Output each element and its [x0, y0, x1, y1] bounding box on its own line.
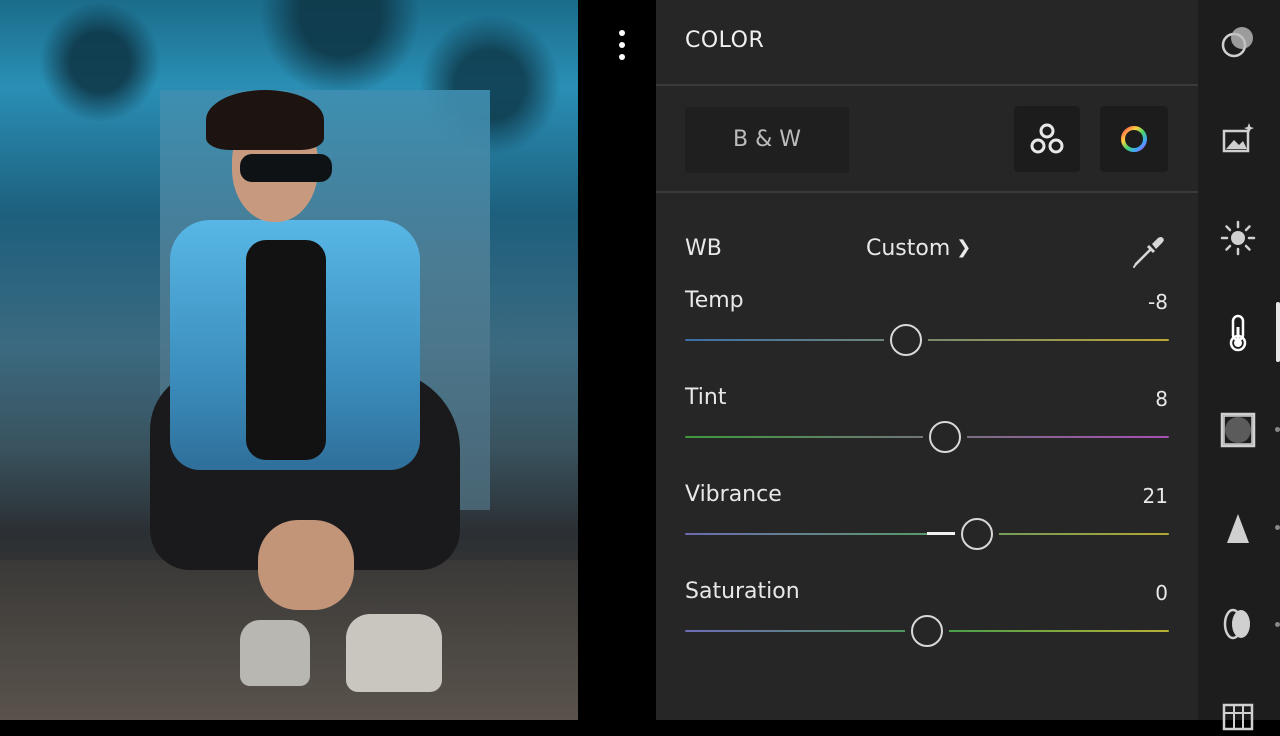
- saturation-value: 0: [1155, 581, 1168, 605]
- temp-label: Temp: [685, 288, 744, 313]
- color-wheel-icon: [1121, 126, 1147, 152]
- effects-icon[interactable]: [1218, 410, 1258, 450]
- subject-hands: [258, 520, 354, 610]
- subject-hair: [206, 90, 324, 150]
- vibrance-slider-handle[interactable]: [960, 518, 993, 550]
- wb-label: WB: [685, 236, 722, 261]
- optics-icon[interactable]: [1218, 604, 1258, 644]
- divider: [656, 191, 1198, 193]
- edit-toolbar: [1198, 0, 1280, 731]
- subject-shirt: [246, 240, 326, 460]
- wb-dropdown[interactable]: Custom ❯: [866, 236, 971, 261]
- presets-icon[interactable]: [1218, 118, 1258, 158]
- light-icon[interactable]: [1218, 218, 1258, 258]
- color-mix-icon: [1030, 123, 1064, 154]
- saturation-label: Saturation: [685, 579, 800, 604]
- vibrance-slider[interactable]: [685, 514, 1169, 554]
- divider-strip: [578, 0, 656, 720]
- temp-slider[interactable]: [685, 320, 1169, 360]
- color-icon[interactable]: [1218, 313, 1258, 353]
- chevron-down-icon: ❯: [956, 237, 972, 258]
- vibrance-value: 21: [1142, 484, 1168, 508]
- profile-icon[interactable]: [1218, 22, 1258, 62]
- subject-shoe-left: [240, 620, 310, 686]
- scroll-dot: [1275, 525, 1280, 530]
- photo-canvas[interactable]: [0, 0, 578, 720]
- wb-value: Custom: [866, 236, 951, 261]
- tint-label: Tint: [685, 385, 727, 410]
- eyedropper-icon[interactable]: [1130, 232, 1168, 270]
- scroll-dot: [1275, 622, 1280, 627]
- more-options-icon[interactable]: [612, 30, 632, 64]
- vibrance-label: Vibrance: [685, 482, 782, 507]
- geometry-icon[interactable]: [1218, 696, 1258, 736]
- active-tool-indicator: [1276, 302, 1280, 362]
- subject-sunglasses: [240, 154, 332, 182]
- color-mix-button[interactable]: [1014, 106, 1080, 172]
- color-panel: COLOR B & W WB Custom ❯ Temp -8 Tint 8 V…: [656, 0, 1198, 720]
- tint-value: 8: [1155, 387, 1168, 411]
- saturation-slider[interactable]: [685, 611, 1169, 651]
- panel-title: COLOR: [685, 28, 765, 53]
- temp-slider-handle[interactable]: [890, 324, 923, 356]
- subject-shoe-right: [346, 614, 442, 692]
- divider: [656, 84, 1198, 86]
- black-white-button[interactable]: B & W: [685, 107, 849, 173]
- scroll-dot: [1275, 427, 1280, 432]
- temp-value: -8: [1148, 290, 1168, 314]
- saturation-slider-handle[interactable]: [911, 615, 943, 647]
- tint-slider[interactable]: [685, 417, 1169, 457]
- tint-slider-handle[interactable]: [928, 421, 961, 453]
- color-grading-button[interactable]: [1100, 106, 1168, 172]
- detail-icon[interactable]: [1218, 508, 1258, 548]
